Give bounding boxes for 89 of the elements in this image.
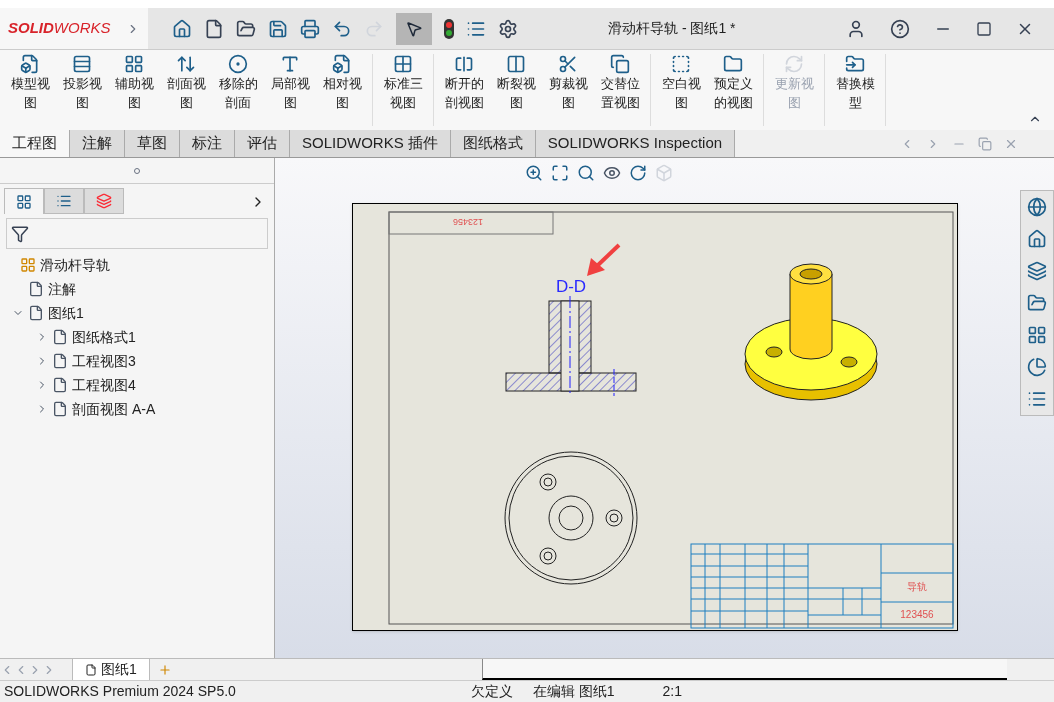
tree-row[interactable]: 图纸1 — [12, 301, 274, 325]
corner-code: 123456 — [453, 217, 483, 227]
filter-icon — [11, 224, 29, 243]
save-icon[interactable] — [268, 18, 288, 39]
ribbon-button[interactable]: 移除的剖面 — [212, 54, 264, 126]
ribbon-tab[interactable]: 草图 — [125, 129, 180, 157]
window-title: 滑动杆导轨 - 图纸1 * — [608, 19, 736, 38]
ribbon-button[interactable]: 剖面视图 — [160, 54, 212, 126]
sheet-icon — [52, 401, 68, 417]
maximize-icon[interactable] — [976, 20, 992, 37]
tree-item[interactable]: 滑动杆导轨 — [40, 254, 110, 276]
open-folder-icon[interactable] — [236, 18, 256, 39]
new-file-icon[interactable] — [204, 18, 224, 39]
globe-icon[interactable] — [1027, 197, 1047, 217]
sheet-icon — [28, 305, 44, 321]
ribbon-button[interactable]: 断开的剖视图 — [438, 54, 490, 126]
list-icon[interactable] — [1027, 389, 1047, 409]
three-views-icon — [393, 54, 413, 74]
horizontal-scrollbar[interactable] — [481, 659, 1007, 680]
drawing-number: 123456 — [900, 609, 934, 620]
panel-tab[interactable] — [44, 188, 84, 214]
ribbon-button[interactable]: 交替位置视图 — [594, 54, 646, 126]
ribbon-button[interactable]: 局部视图 — [264, 54, 316, 126]
refresh-icon — [784, 54, 804, 74]
home-icon[interactable] — [172, 18, 192, 39]
eye-icon[interactable] — [603, 164, 621, 182]
panel-tab[interactable] — [4, 188, 44, 214]
ribbon-button[interactable]: 投影视图 — [56, 54, 108, 126]
folder-icon[interactable] — [1027, 293, 1047, 313]
sheet-icon — [52, 377, 68, 393]
tree-item[interactable]: 工程视图3 — [72, 350, 136, 372]
filter-field[interactable] — [6, 218, 268, 249]
part-name: 导轨 — [907, 581, 927, 592]
layers-icon — [96, 193, 112, 209]
ribbon-button[interactable]: 剪裁视图 — [542, 54, 594, 126]
pointer-icon — [405, 19, 423, 38]
rotate-icon[interactable] — [629, 164, 647, 182]
logo: SOLIDWORKS — [8, 18, 111, 39]
zoom-icon[interactable] — [525, 164, 543, 182]
tree-item[interactable]: 图纸1 — [48, 302, 84, 324]
arrows-icon — [176, 54, 196, 74]
zoom-fit-icon[interactable] — [551, 164, 569, 182]
tree-item[interactable]: 注解 — [48, 278, 76, 300]
view-label: D-D — [555, 277, 587, 296]
ribbon-button[interactable]: 替换模型 — [829, 54, 881, 126]
letter-icon — [280, 54, 300, 74]
ribbon-tab[interactable]: 标注 — [180, 129, 235, 157]
ribbon-button[interactable]: 模型视图 — [4, 54, 56, 126]
tree-item[interactable]: 图纸格式1 — [72, 326, 136, 348]
sheet-icon — [85, 663, 97, 676]
list-icon — [56, 193, 72, 209]
callout-arrow — [587, 243, 621, 276]
ribbon-tab[interactable]: 注解 — [70, 129, 125, 157]
tree-item[interactable]: 工程视图4 — [72, 374, 136, 396]
traffic-light-icon[interactable] — [444, 18, 454, 39]
zoom-area-icon[interactable] — [577, 164, 595, 182]
tree-row[interactable]: 剖面视图 A-A — [36, 397, 274, 421]
sheet-icon — [52, 353, 68, 369]
sheet-icon — [28, 281, 44, 297]
ribbon-tab[interactable]: 图纸格式 — [450, 129, 536, 157]
help-icon[interactable] — [890, 18, 910, 39]
product-name: SOLIDWORKS Premium 2024 SP5.0 — [4, 682, 236, 701]
sheet-tab[interactable]: 图纸1 — [72, 659, 150, 680]
ribbon-tab[interactable]: 评估 — [235, 129, 290, 157]
tree-row[interactable]: 工程视图4 — [36, 373, 274, 397]
undo-icon[interactable] — [332, 18, 352, 39]
ribbon-button[interactable]: 空白视图 — [655, 54, 707, 126]
ribbon-button[interactable]: 辅助视图 — [108, 54, 160, 126]
ribbon-tab[interactable]: SOLIDWORKS 插件 — [290, 129, 451, 157]
printer-icon[interactable] — [300, 18, 320, 39]
ribbon-button[interactable]: 断裂视图 — [490, 54, 542, 126]
ribbon-button[interactable]: 相对视图 — [316, 54, 368, 126]
ribbon-button[interactable]: 预定义的视图 — [707, 54, 759, 126]
home-icon[interactable] — [1027, 229, 1047, 249]
sheet-icon — [52, 329, 68, 345]
tree-row[interactable]: 图纸格式1 — [36, 325, 274, 349]
edit-status: 在编辑 图纸1 — [532, 682, 615, 701]
account-icon[interactable] — [846, 18, 866, 39]
settings-icon[interactable] — [498, 18, 518, 39]
ribbon-tab[interactable]: SOLIDWORKS Inspection — [535, 129, 736, 157]
panel-tab[interactable] — [84, 188, 124, 214]
scale-status: 2:1 — [662, 682, 683, 701]
tree-row[interactable]: 工程视图3 — [36, 349, 274, 373]
crop-icon — [558, 54, 578, 74]
select-button[interactable] — [396, 12, 432, 45]
ribbon-button[interactable]: 标准三视图 — [377, 54, 429, 126]
ribbon-tab[interactable]: 工程图 — [0, 129, 70, 157]
tree-item[interactable]: 剖面视图 A-A — [72, 398, 156, 420]
definition-status: 欠定义 — [470, 682, 513, 701]
